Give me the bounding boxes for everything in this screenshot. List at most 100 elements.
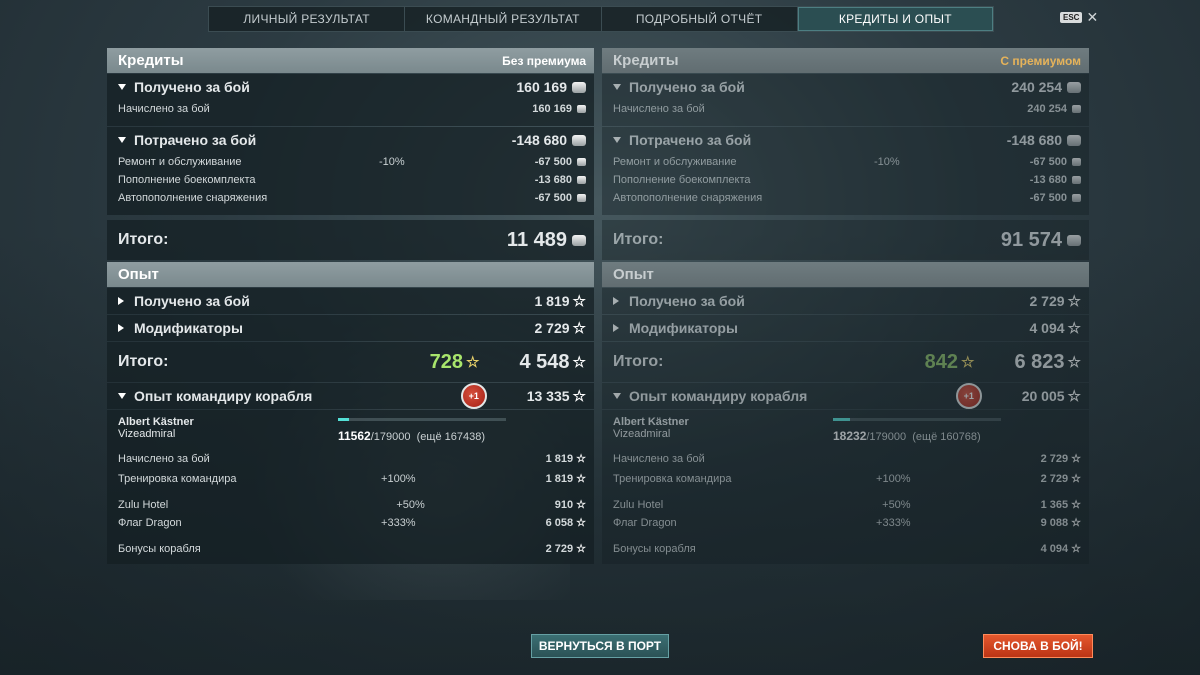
commander-accrued-row: Начислено за бой 1 819 ☆ <box>118 450 586 468</box>
credits-title: Кредиты <box>613 52 679 69</box>
zulu-hotel-percent: +50% <box>882 499 911 511</box>
xp-star-icon: ☆ <box>1071 516 1081 529</box>
commander-rank: Vizeadmiral <box>118 428 176 440</box>
expand-right-icon[interactable] <box>118 324 124 332</box>
free-xp-value: 842 <box>924 350 959 373</box>
credits-spent-row[interactable]: Потрачено за бой -148 680 <box>602 127 1089 153</box>
consumables-value: -67 500 <box>534 192 572 204</box>
modifiers-value: 4 094 <box>1029 320 1065 336</box>
xp-star-icon: ☆ <box>1071 472 1081 485</box>
training-label: Тренировка командира <box>118 473 237 485</box>
credits-earned-row[interactable]: Получено за бой 240 254 <box>602 74 1089 100</box>
repair-value: -67 500 <box>534 156 572 168</box>
zulu-hotel-label: Zulu Hotel <box>613 499 664 511</box>
credit-coin-icon <box>572 234 586 246</box>
xp-star-icon: ☆ <box>1067 319 1081 337</box>
training-value: 1 819 <box>545 473 574 485</box>
xp-earned-label: Получено за бой <box>629 293 745 309</box>
credits-accrued-label: Начислено за бой <box>613 103 705 115</box>
tab-bar: ЛИЧНЫЙ РЕЗУЛЬТАТ КОМАНДНЫЙ РЕЗУЛЬТАТ ПОД… <box>208 6 994 32</box>
credits-earned-value: 160 169 <box>516 79 567 95</box>
credits-total-label: Итого: <box>118 231 169 248</box>
credits-spent-value: -148 680 <box>1006 132 1062 148</box>
consumables-label: Автопополнение снаряжения <box>613 192 763 204</box>
commander-progress-fill <box>338 418 349 421</box>
expand-right-icon[interactable] <box>613 324 619 332</box>
training-row: Тренировка командира +100% 1 819 ☆ <box>118 470 586 488</box>
expand-right-icon[interactable] <box>118 297 124 305</box>
credits-accrued-row: Начислено за бой 240 254 <box>602 100 1089 118</box>
credits-spent-row[interactable]: Потрачено за бой -148 680 <box>107 127 594 153</box>
account-type-label: Без премиума <box>502 53 586 68</box>
commander-xp-row[interactable]: Опыт командиру корабля +1 13 335 ☆ <box>107 383 594 409</box>
credits-earned-value: 240 254 <box>1011 79 1062 95</box>
credits-total-row: Итого: 11 489 <box>107 220 594 260</box>
panel-with-premium: Кредиты С премиумом Получено за бой 240 … <box>602 48 1089 564</box>
battle-again-button[interactable]: СНОВА В БОЙ! <box>983 634 1093 658</box>
commander-skill-point-badge: +1 <box>955 383 982 409</box>
commander-progress-current: 18232 <box>833 429 867 443</box>
close-control[interactable]: ESC ✕ <box>1060 10 1098 24</box>
return-to-port-button[interactable]: ВЕРНУТЬСЯ В ПОРТ <box>531 634 669 658</box>
ship-bonus-row: Бонусы корабля 2 729 ☆ <box>118 540 586 558</box>
xp-earned-row[interactable]: Получено за бой 2 729 ☆ <box>602 288 1089 314</box>
esc-key-icon[interactable]: ESC <box>1060 11 1083 23</box>
zulu-hotel-label: Zulu Hotel <box>118 499 169 511</box>
commander-progress-text: 11562/179000 (ещё 167438) <box>338 429 485 443</box>
xp-header: Опыт <box>107 262 594 287</box>
xp-star-icon: ☆ <box>1071 452 1081 465</box>
credits-earned-label: Получено за бой <box>134 79 250 95</box>
xp-earned-row[interactable]: Получено за бой 1 819 ☆ <box>107 288 594 314</box>
dragon-flag-label: Флаг Dragon <box>118 517 182 529</box>
expand-down-icon[interactable] <box>613 393 621 399</box>
ammo-label: Пополнение боекомплекта <box>613 174 751 186</box>
xp-total-label: Итого: <box>118 353 169 370</box>
modifiers-label: Модификаторы <box>134 320 243 336</box>
expand-down-icon[interactable] <box>118 137 126 143</box>
dragon-flag-label: Флаг Dragon <box>613 517 677 529</box>
tab-team-result[interactable]: КОМАНДНЫЙ РЕЗУЛЬТАТ <box>405 7 602 31</box>
expand-down-icon[interactable] <box>118 84 126 90</box>
expand-down-icon[interactable] <box>118 393 126 399</box>
commander-progress-max: /179000 <box>866 431 907 443</box>
dragon-flag-percent: +333% <box>876 517 911 529</box>
zulu-hotel-row: Zulu Hotel +50% 910 ☆ <box>118 496 586 514</box>
credit-coin-icon <box>577 158 586 166</box>
modifiers-row[interactable]: Модификаторы 2 729 ☆ <box>107 315 594 341</box>
xp-star-icon: ☆ <box>1071 498 1081 511</box>
xp-earned-label: Получено за бой <box>134 293 250 309</box>
xp-total-row: Итого: 842 ☆ 6 823 ☆ <box>602 342 1089 382</box>
expand-right-icon[interactable] <box>613 297 619 305</box>
commander-progress-max: /179000 <box>370 431 411 443</box>
training-percent: +100% <box>876 473 911 485</box>
ammo-label: Пополнение боекомплекта <box>118 174 256 186</box>
repair-percent: -10% <box>874 156 900 168</box>
modifiers-row[interactable]: Модификаторы 4 094 ☆ <box>602 315 1089 341</box>
credit-coin-icon <box>1067 234 1081 246</box>
expand-down-icon[interactable] <box>613 137 621 143</box>
tab-detailed-report[interactable]: ПОДРОБНЫЙ ОТЧЁТ <box>602 7 798 31</box>
credits-total-label: Итого: <box>613 231 664 248</box>
credit-coin-icon <box>577 176 586 184</box>
xp-header: Опыт <box>602 262 1089 287</box>
commander-xp-row[interactable]: Опыт командиру корабля +1 20 005 ☆ <box>602 383 1089 409</box>
dragon-flag-row: Флаг Dragon +333% 6 058 ☆ <box>118 514 586 532</box>
credit-coin-icon <box>1072 194 1081 202</box>
commander-xp-value: 20 005 <box>1021 388 1065 404</box>
commander-name: Albert Kästner <box>613 416 689 428</box>
training-row: Тренировка командира +100% 2 729 ☆ <box>613 470 1081 488</box>
expand-down-icon[interactable] <box>613 84 621 90</box>
commander-accrued-value: 2 729 <box>1040 453 1069 465</box>
credits-accrued-value: 160 169 <box>532 103 572 115</box>
close-icon[interactable]: ✕ <box>1086 10 1098 24</box>
credits-earned-row[interactable]: Получено за бой 160 169 <box>107 74 594 100</box>
tab-credits-xp[interactable]: КРЕДИТЫ И ОПЫТ <box>797 7 993 31</box>
credits-header: Кредиты С премиумом <box>602 48 1089 73</box>
credit-coin-icon <box>1072 158 1081 166</box>
xp-total-label: Итого: <box>613 353 664 370</box>
xp-star-icon: ☆ <box>576 498 586 511</box>
credit-coin-icon <box>572 134 586 146</box>
commander-details: Albert Kästner Vizeadmiral 11562/179000 (… <box>107 410 594 564</box>
zulu-hotel-value: 1 365 <box>1040 499 1069 511</box>
tab-personal-result[interactable]: ЛИЧНЫЙ РЕЗУЛЬТАТ <box>209 7 406 31</box>
